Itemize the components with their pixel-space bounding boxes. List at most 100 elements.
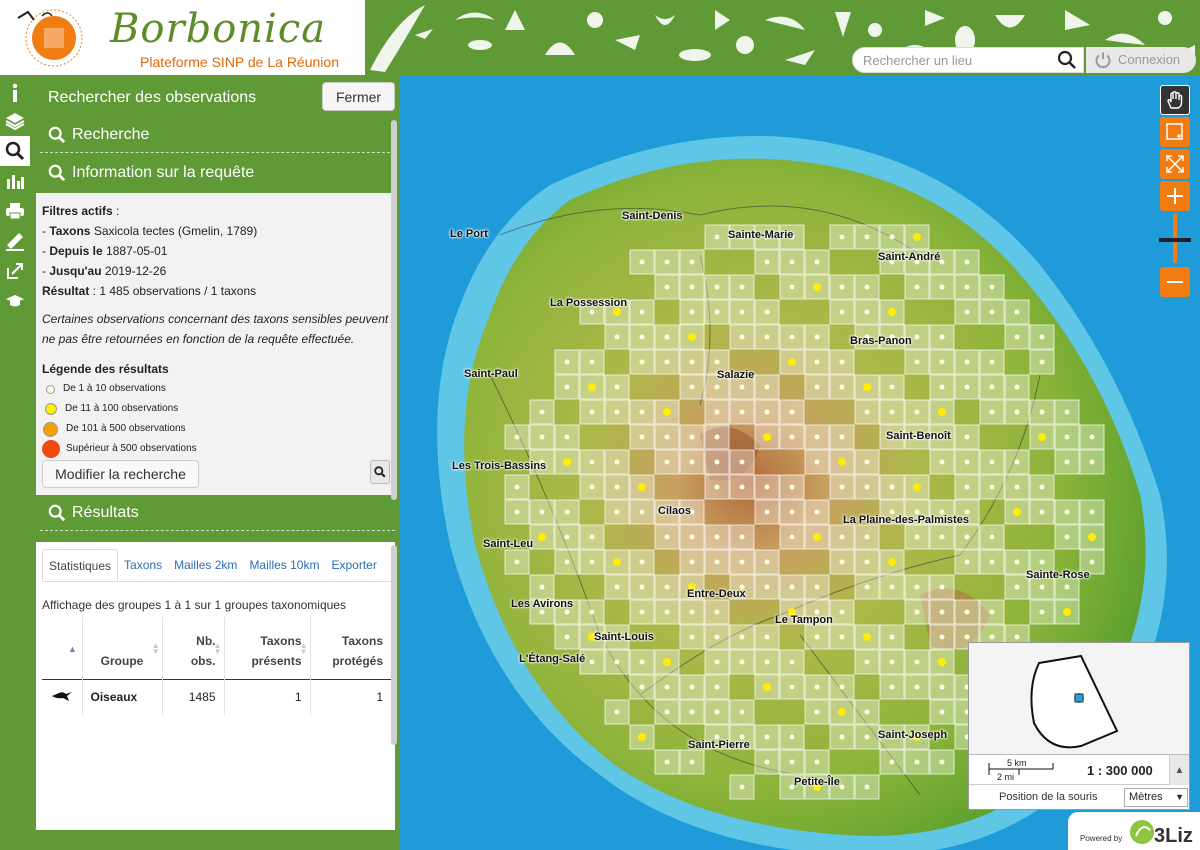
tab-mailles-10km[interactable]: Mailles 10km: [243, 549, 325, 581]
observation-dot: [989, 384, 995, 390]
observation-dot: [1039, 484, 1045, 490]
observation-dot: [839, 484, 845, 490]
overview-toggle-button[interactable]: ▲: [1169, 755, 1189, 785]
place-search-box[interactable]: [852, 47, 1084, 73]
modify-search-button[interactable]: Modifier la recherche: [42, 460, 199, 488]
panel-scrollbar[interactable]: [391, 120, 397, 500]
cell-taxons-presents: 1: [223, 678, 310, 715]
column-header-groupe[interactable]: Groupe ▲ ▼: [81, 617, 162, 679]
column-header-nb-obs[interactable]: Nb. obs. ▲ ▼: [161, 617, 224, 679]
learn-button[interactable]: [0, 286, 30, 316]
overview-map[interactable]: [969, 643, 1189, 755]
city-label: L'Étang-Salé: [519, 653, 586, 665]
observation-dot: [789, 509, 795, 515]
column-header-taxons-presents[interactable]: Taxons présents ▲ ▼: [223, 617, 310, 679]
layers-button[interactable]: [0, 106, 30, 136]
observation-dot: [914, 584, 920, 590]
pan-button[interactable]: [1160, 85, 1190, 115]
print-button[interactable]: [0, 196, 30, 226]
tab-taxons[interactable]: Taxons: [118, 549, 168, 581]
city-label: Le Port: [450, 228, 488, 240]
search-section-header[interactable]: Recherche: [40, 117, 395, 153]
units-select[interactable]: Mètres ▼: [1124, 788, 1188, 807]
city-label: La Possession: [550, 297, 628, 309]
observation-dot: [664, 609, 670, 615]
observation-dot: [1089, 434, 1095, 440]
share-button[interactable]: [0, 256, 30, 286]
observation-dot: [639, 684, 645, 690]
observation-dot: [639, 559, 645, 565]
observation-dot: [938, 408, 946, 416]
observation-dot: [814, 684, 820, 690]
observation-dot: [889, 759, 895, 765]
tool-icon-bar: [0, 75, 30, 850]
triangle-up-icon: ▲: [1174, 764, 1185, 776]
observation-dot: [663, 408, 671, 416]
observation-dot: [739, 484, 745, 490]
observation-dot: [664, 709, 670, 715]
tab-export[interactable]: Exporter: [325, 549, 382, 581]
close-button[interactable]: Fermer: [322, 82, 395, 111]
observation-dot: [1014, 409, 1020, 415]
zoom-box-button[interactable]: [1160, 117, 1190, 147]
mouse-position-label: Position de la souris: [999, 791, 1098, 803]
observation-dot: [714, 384, 720, 390]
observation-dot: [814, 434, 820, 440]
observation-dot: [1014, 334, 1020, 340]
panel-title: Rechercher des observations: [48, 89, 257, 106]
observation-dot: [864, 559, 870, 565]
observation-dot: [1063, 608, 1071, 616]
observation-dot: [764, 259, 770, 265]
column-header-taxons-proteges[interactable]: Taxons protégés: [309, 617, 391, 679]
observation-dot: [739, 709, 745, 715]
legend-item: Supérieur à 500 observations: [42, 439, 389, 459]
zoom-to-results-button[interactable]: [370, 460, 390, 484]
zoom-slider-handle[interactable]: [1159, 238, 1191, 242]
observation-dot: [638, 733, 646, 741]
city-label: Bras-Panon: [850, 335, 912, 347]
city-label: Sainte-Marie: [728, 229, 794, 241]
observation-dot: [964, 559, 970, 565]
search-icon[interactable]: [1057, 50, 1077, 70]
observation-dot: [814, 384, 820, 390]
login-button[interactable]: Connexion: [1086, 47, 1196, 73]
request-info-section-header[interactable]: Information sur la requête: [40, 155, 395, 191]
powered-by-badge[interactable]: Powered by 3Liz: [1068, 812, 1200, 850]
expand-icon: [1166, 155, 1184, 173]
measure-button[interactable]: [0, 226, 30, 256]
observation-dot: [689, 684, 695, 690]
results-scrollbar[interactable]: [391, 545, 397, 745]
observation-dot: [863, 383, 871, 391]
observation-dot: [1014, 384, 1020, 390]
statistics-button[interactable]: [0, 166, 30, 196]
observation-dot: [1039, 409, 1045, 415]
results-section-header[interactable]: Résultats: [40, 495, 395, 531]
observation-dot: [664, 534, 670, 540]
observation-dot: [1039, 609, 1045, 615]
tab-mailles-2km[interactable]: Mailles 2km: [168, 549, 243, 581]
place-search-input[interactable]: [863, 51, 1058, 69]
search-icon: [374, 466, 386, 478]
search-panel: Rechercher des observations Fermer Reche…: [30, 75, 400, 850]
table-row[interactable]: Oiseaux 1485 1 1: [42, 678, 391, 715]
observation-dot: [764, 584, 770, 590]
observation-dot: [564, 534, 570, 540]
observation-dot: [1064, 459, 1070, 465]
zoom-in-button[interactable]: [1160, 181, 1190, 211]
city-label: Entre-Deux: [687, 588, 746, 600]
observation-dot: [1013, 508, 1021, 516]
observation-dot: [739, 384, 745, 390]
observation-dot: [1014, 484, 1020, 490]
observation-dot: [939, 459, 945, 465]
tab-statistics[interactable]: Statistiques: [42, 549, 119, 581]
filter-result: Résultat : 1 485 observations / 1 taxons: [42, 284, 257, 298]
full-extent-button[interactable]: [1160, 149, 1190, 179]
sort-asc-icon: ▲: [68, 644, 77, 654]
observation-dot: [1039, 334, 1045, 340]
info-button[interactable]: [0, 78, 30, 108]
search-tool-button[interactable]: [0, 136, 30, 166]
observation-dot: [689, 309, 695, 315]
zoom-out-button[interactable]: [1160, 267, 1190, 297]
sort-column-header[interactable]: ▲: [42, 617, 82, 679]
observation-dot: [764, 309, 770, 315]
